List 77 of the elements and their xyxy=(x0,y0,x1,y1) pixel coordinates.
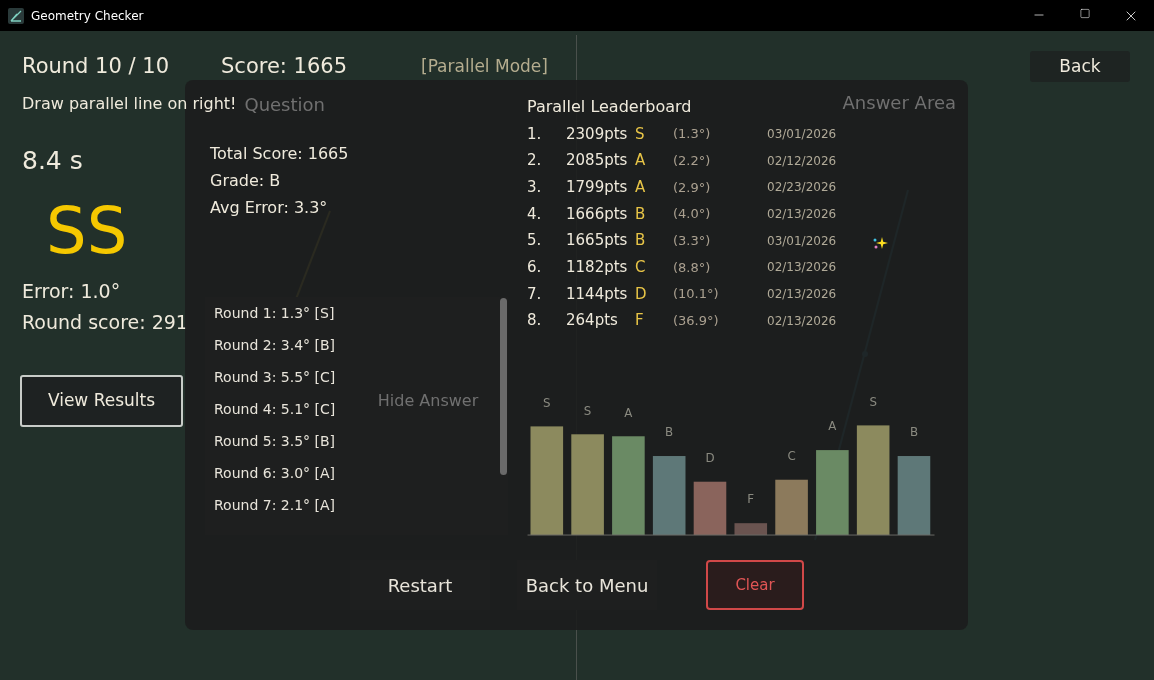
date-text: 02/23/2026 xyxy=(767,179,837,197)
date-text: 02/13/2026 xyxy=(767,312,837,330)
rank-text: 8. xyxy=(527,310,543,332)
rank-text: 2. xyxy=(527,150,543,172)
round-item: Round 7: 2.1° [A] xyxy=(214,495,336,515)
bar-label: A xyxy=(828,419,837,434)
instruction-text: Draw parallel line on right! xyxy=(22,93,237,115)
total-score-text: Total Score: 1665 xyxy=(209,143,349,165)
date-text: 02/13/2026 xyxy=(767,206,837,223)
view-results-button[interactable]: View Results xyxy=(20,375,183,427)
points-text: 1799pts xyxy=(566,177,629,199)
date-text: 02/12/2026 xyxy=(767,152,837,170)
round-item: Round 6: 3.0° [A] xyxy=(214,463,336,483)
date-text: 02/13/2026 xyxy=(767,259,837,277)
timer-text: 8.4 s xyxy=(22,145,83,177)
grade-text: D xyxy=(635,283,648,305)
rank-text: 7. xyxy=(527,283,543,305)
error-text: (8.8°) xyxy=(673,258,712,277)
bar-label: S xyxy=(543,395,551,410)
points-text: 1144pts xyxy=(566,283,629,305)
question-heading: Question xyxy=(244,92,325,117)
error-text: (4.0°) xyxy=(673,205,712,224)
error-text: (36.9°) xyxy=(673,311,720,330)
error-text: Error: 1.0° xyxy=(22,279,121,304)
rank-text: 4. xyxy=(527,203,543,225)
bar-label: B xyxy=(909,425,919,440)
bar-label: F xyxy=(747,492,755,507)
grade-text: A xyxy=(635,177,647,199)
bar-label: S xyxy=(583,403,592,418)
grade-text: C xyxy=(635,257,647,279)
points-text: 2309pts xyxy=(566,123,629,145)
window-title: Geometry Checker xyxy=(31,7,144,25)
points-text: 1665pts xyxy=(566,230,629,252)
bar-label: D xyxy=(705,451,715,465)
date-text: 03/01/2026 xyxy=(767,232,837,250)
back-button[interactable]: Back xyxy=(1030,51,1130,82)
error-text: (3.3°) xyxy=(673,231,712,250)
error-text: (2.2°) xyxy=(673,151,712,170)
mode-label: [Parallel Mode] xyxy=(421,55,548,79)
grade-text: A xyxy=(635,150,647,172)
grade-display: SS xyxy=(46,193,128,270)
answer-area-heading: Answer Area xyxy=(842,91,956,115)
round-item: Round 1: 1.3° [S] xyxy=(214,303,335,323)
score-label: Score: 1665 xyxy=(221,53,348,81)
app-icon xyxy=(8,7,24,24)
round-item: Round 3: 5.5° [C] xyxy=(214,367,336,387)
rank-text: 6. xyxy=(527,257,543,279)
date-text: 02/13/2026 xyxy=(767,286,837,304)
points-text: 264pts xyxy=(566,310,619,332)
rank-text: 3. xyxy=(527,177,543,199)
points-text: 1666pts xyxy=(566,203,629,225)
clear-button[interactable]: Clear xyxy=(706,560,804,610)
round-counter: Round 10 / 10 xyxy=(22,53,170,81)
leaderboard-title: Parallel Leaderboard xyxy=(527,96,692,119)
grade-text: B xyxy=(635,230,647,252)
scrollbar[interactable] xyxy=(500,298,507,475)
points-text: 1182pts xyxy=(566,257,629,279)
bar-label: S xyxy=(869,394,877,409)
points-text: 2085pts xyxy=(566,150,629,172)
final-grade-text: Grade: B xyxy=(209,170,281,192)
error-text: (1.3°) xyxy=(673,125,712,144)
round-item: Round 2: 3.4° [B] xyxy=(214,335,336,355)
bar-label: A xyxy=(624,405,633,420)
grade-text: S xyxy=(635,123,646,145)
round-item: Round 5: 3.5° [B] xyxy=(214,431,336,451)
rank-text: 1. xyxy=(527,123,543,145)
round-score-text: Round score: 291 xyxy=(22,310,188,335)
grade-text: B xyxy=(635,203,647,225)
round-item: Round 4: 5.1° [C] xyxy=(214,399,336,419)
error-text: (10.1°) xyxy=(673,285,720,304)
bar-label: C xyxy=(787,449,796,463)
avg-error-text: Avg Error: 3.3° xyxy=(209,197,328,219)
error-text: (2.9°) xyxy=(673,178,712,197)
date-text: 03/01/2026 xyxy=(767,126,837,143)
rank-text: 5. xyxy=(527,230,543,252)
grade-text: F xyxy=(635,310,645,332)
bar-label: B xyxy=(665,425,674,440)
